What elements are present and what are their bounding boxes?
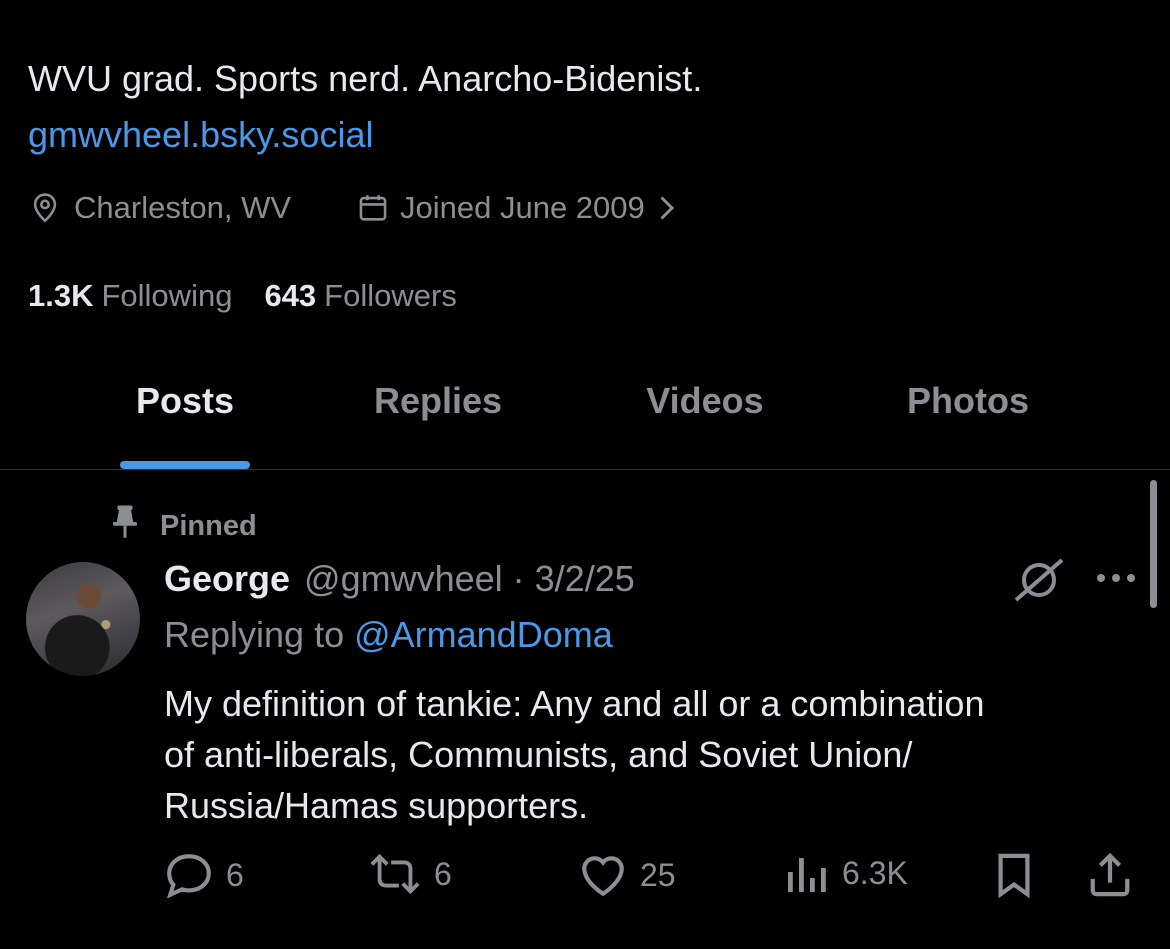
reply-button[interactable]: 6 <box>164 852 244 898</box>
post-header: George @gmwvheel · 3/2/25 <box>164 558 635 600</box>
tab-replies[interactable]: Replies <box>338 380 538 422</box>
replying-prefix: Replying to <box>164 614 355 655</box>
muted-circle-icon[interactable] <box>1012 556 1066 609</box>
like-count: 25 <box>640 856 676 893</box>
share-icon <box>1088 852 1132 898</box>
repost-button[interactable]: 6 <box>368 852 452 896</box>
followers-label[interactable]: Followers <box>324 278 457 314</box>
share-button[interactable] <box>1088 852 1132 898</box>
heart-icon <box>578 852 628 898</box>
location-text: Charleston, WV <box>74 190 292 225</box>
author-handle[interactable]: @gmwvheel · 3/2/25 <box>304 558 635 600</box>
pinned-indicator: Pinned <box>110 504 257 548</box>
following-label[interactable]: Following <box>101 278 232 314</box>
profile-bio: WVU grad. Sports nerd. Anarcho-Bidenist. <box>28 58 703 99</box>
bookmark-button[interactable] <box>994 852 1034 898</box>
reply-count: 6 <box>226 856 244 893</box>
views-chart-icon <box>786 852 830 894</box>
profile-link[interactable]: gmwvheel.bsky.social <box>28 114 373 156</box>
profile-joined[interactable]: Joined June 2009 <box>356 190 677 226</box>
author-name[interactable]: George <box>164 558 290 600</box>
followers-count[interactable]: 643 <box>264 278 316 314</box>
views-button[interactable]: 6.3K <box>786 852 908 894</box>
replying-to: Replying to @ArmandDoma <box>164 614 613 656</box>
avatar[interactable] <box>26 562 140 676</box>
views-count: 6.3K <box>842 854 908 891</box>
chevron-right-icon <box>655 193 677 223</box>
calendar-icon <box>356 191 390 225</box>
reply-icon <box>164 852 214 898</box>
profile-stats: 1.3K Following 643 Followers <box>28 278 481 314</box>
location-pin-icon <box>28 191 62 225</box>
repost-count: 6 <box>434 855 452 892</box>
pinned-label: Pinned <box>160 509 257 542</box>
pin-icon <box>110 504 140 548</box>
profile-location: Charleston, WV <box>28 190 291 226</box>
scrollbar[interactable] <box>1150 480 1157 608</box>
post-text: My definition of tankie: Any and all or … <box>164 683 985 826</box>
tab-posts[interactable]: Posts <box>85 380 285 422</box>
repost-icon <box>368 852 422 896</box>
active-tab-indicator <box>120 461 250 469</box>
like-button[interactable]: 25 <box>578 852 676 898</box>
tab-videos[interactable]: Videos <box>605 380 805 422</box>
replying-mention[interactable]: @ArmandDoma <box>354 614 613 655</box>
following-count[interactable]: 1.3K <box>28 278 93 314</box>
tab-photos[interactable]: Photos <box>868 380 1068 422</box>
bookmark-icon <box>994 852 1034 898</box>
more-options-icon[interactable] <box>1094 568 1138 593</box>
joined-text: Joined June 2009 <box>400 190 645 225</box>
tabs-divider <box>0 469 1170 470</box>
